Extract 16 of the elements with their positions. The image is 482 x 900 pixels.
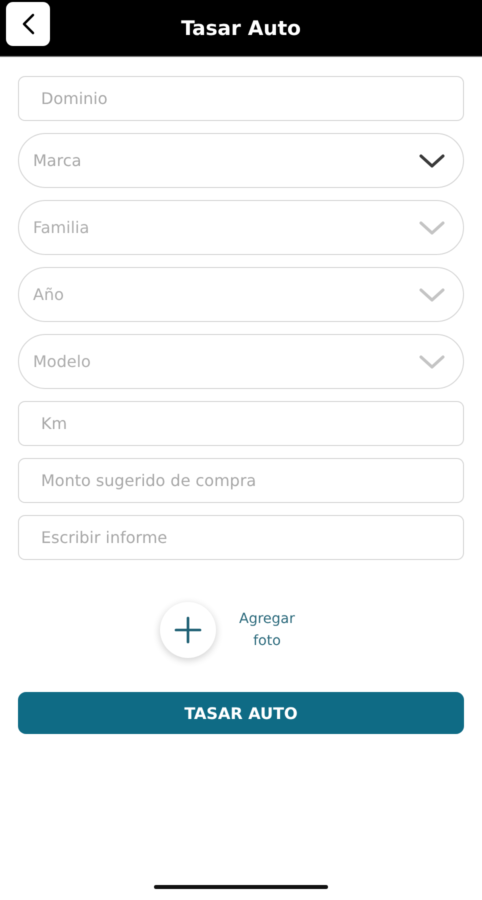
back-button[interactable] — [6, 2, 50, 46]
add-photo-button[interactable] — [160, 602, 216, 658]
chevron-down-icon — [419, 152, 445, 168]
dropdown-field[interactable]: Marca — [18, 133, 464, 188]
input-field[interactable]: Dominio — [18, 76, 464, 121]
chevron-down-icon — [419, 220, 445, 236]
submit-button[interactable]: TASAR AUTO — [18, 692, 464, 734]
chevron-down-icon — [419, 354, 445, 370]
chevron-left-icon — [21, 13, 35, 35]
input-field[interactable]: Escribir informe — [18, 515, 464, 560]
screen-title: Tasar Auto — [181, 16, 301, 40]
input-field[interactable]: Monto sugerido de compra — [18, 458, 464, 503]
chevron-down-icon — [419, 286, 445, 302]
add-photo-label: Agregar foto — [238, 610, 296, 651]
plus-icon — [174, 616, 202, 644]
input-field[interactable]: Km — [18, 401, 464, 446]
